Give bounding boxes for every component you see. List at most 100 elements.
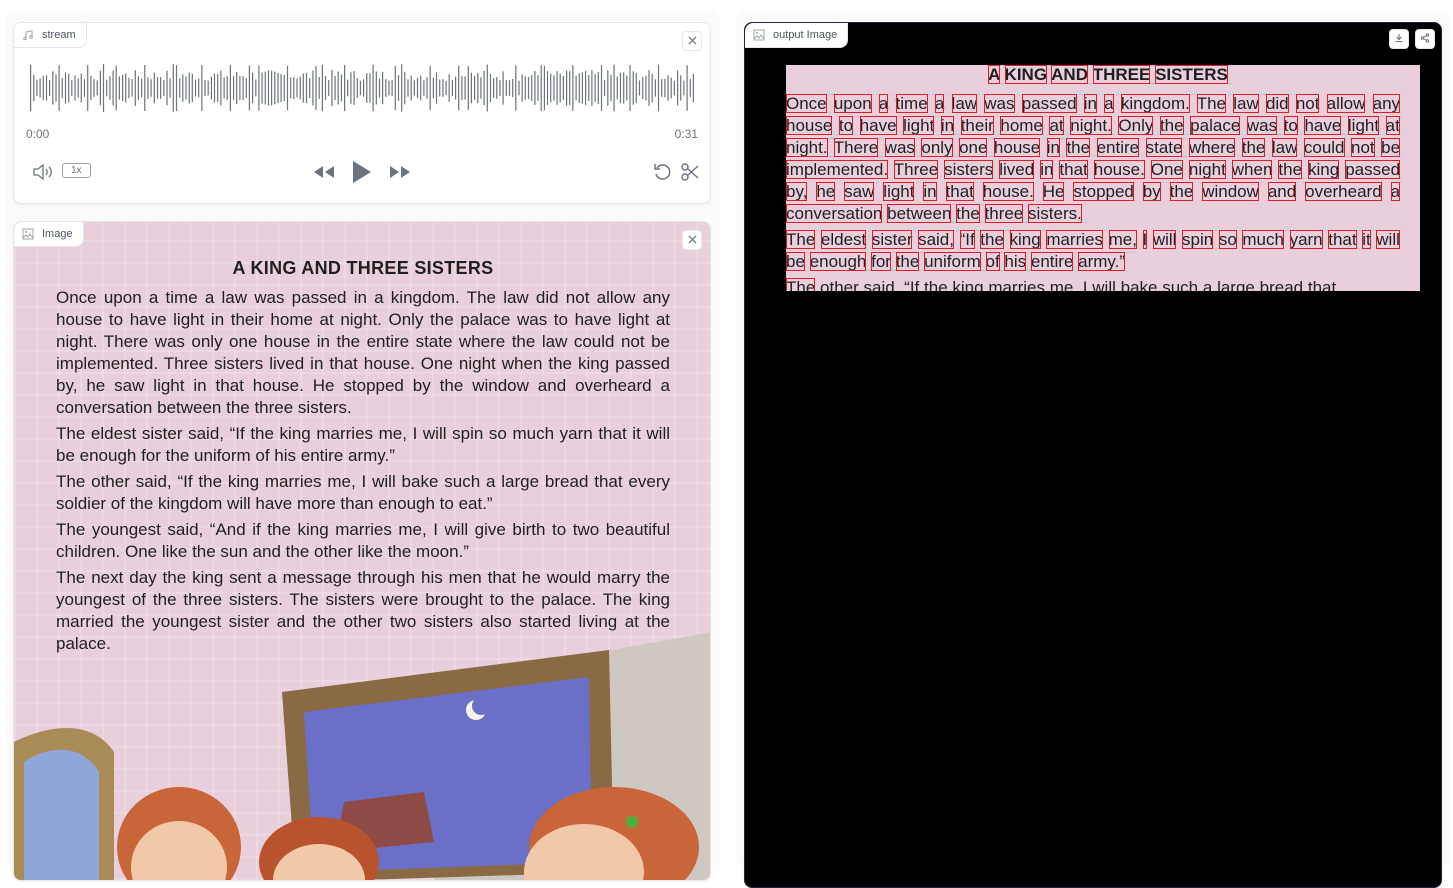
waveform-bar <box>223 77 225 99</box>
waveform-bar <box>68 73 70 103</box>
detected-word: his <box>1004 252 1027 271</box>
detected-word: overheard <box>1305 182 1382 201</box>
detected-word: that <box>1328 230 1357 249</box>
volume-icon[interactable] <box>32 163 54 186</box>
waveform-bar <box>340 74 342 102</box>
waveform-bar <box>619 72 622 104</box>
waveform-bar <box>692 73 694 103</box>
waveform-bar <box>613 64 615 112</box>
waveform-bar <box>480 77 482 99</box>
detected-paragraph: Once upon a time a law was passed in a k… <box>786 93 1401 225</box>
detected-word: king <box>1308 160 1340 179</box>
waveform-bar <box>115 65 117 111</box>
detected-word: allow <box>1326 94 1366 113</box>
detected-word: for <box>871 252 891 271</box>
audio-waveform[interactable] <box>28 63 698 113</box>
detected-word: that <box>1307 278 1337 291</box>
detected-word: sisters. <box>1028 204 1082 223</box>
waveform-bar <box>198 78 200 98</box>
detected-word: light <box>883 182 915 201</box>
waveform-bar <box>264 71 266 105</box>
waveform-bar <box>166 70 168 106</box>
waveform-bar <box>512 79 514 98</box>
story-title: A KING AND THREE SISTERS <box>232 258 494 278</box>
waveform-bar <box>109 76 111 100</box>
waveform-bar <box>277 72 279 104</box>
story-paragraph: The eldest sister said, “If the king mar… <box>56 424 670 465</box>
waveform-bar <box>153 72 155 104</box>
rewind-icon[interactable] <box>312 164 336 185</box>
waveform-bar <box>455 76 457 100</box>
waveform-bar <box>562 76 564 101</box>
detected-word: by <box>1142 182 1161 201</box>
clear-image-button[interactable] <box>682 230 702 250</box>
detected-word: “If <box>904 278 920 291</box>
detected-word: said, <box>918 230 954 249</box>
waveform-bar <box>363 79 365 97</box>
fast-forward-icon[interactable] <box>388 164 412 185</box>
detected-word: spin <box>1182 230 1214 249</box>
undo-icon[interactable] <box>652 162 672 187</box>
detected-word: to <box>838 116 854 135</box>
detected-word: so <box>1218 230 1237 249</box>
download-button[interactable] <box>1389 29 1409 49</box>
detected-word: kingdom. <box>1120 94 1190 113</box>
detected-word: a <box>878 94 889 113</box>
waveform-bar <box>521 74 523 102</box>
waveform-bar <box>87 64 89 112</box>
share-button[interactable] <box>1415 29 1435 49</box>
waveform-bar <box>185 76 187 100</box>
detected-word: house <box>993 138 1041 157</box>
waveform-bar <box>118 76 120 100</box>
waveform-bar <box>366 73 368 103</box>
waveform-bar <box>144 64 146 112</box>
play-icon[interactable] <box>350 159 372 190</box>
waveform-bar <box>182 74 184 102</box>
detected-word: upon <box>833 94 872 113</box>
waveform-bar <box>321 64 323 112</box>
waveform-bar <box>375 71 377 105</box>
waveform-bar <box>52 71 54 105</box>
detected-word: was <box>984 94 1015 113</box>
waveform-bar <box>394 66 396 111</box>
waveform-bar <box>302 73 304 103</box>
detected-word: of <box>985 252 1000 271</box>
waveform-bar <box>670 77 672 99</box>
playback-speed-button[interactable]: 1x <box>62 163 91 178</box>
detected-word: state <box>1145 138 1183 157</box>
story-paragraph: Once upon a time a law was passed in a k… <box>56 288 670 417</box>
waveform-bar <box>470 72 472 104</box>
clear-audio-button[interactable] <box>682 31 702 51</box>
scissors-icon[interactable] <box>680 162 700 187</box>
detected-word: lived <box>999 160 1035 179</box>
detected-word: the <box>1159 116 1184 135</box>
waveform-bar <box>607 70 609 106</box>
detected-word: the <box>1278 160 1303 179</box>
waveform-bar <box>226 76 228 100</box>
waveform-bar <box>629 65 631 111</box>
waveform-bar <box>49 80 51 96</box>
waveform-bar <box>432 77 434 99</box>
waveform-bar <box>667 75 669 101</box>
waveform-bar <box>600 65 603 111</box>
waveform-bar <box>515 65 517 111</box>
waveform-bar <box>435 72 438 104</box>
waveform-bar <box>623 72 625 104</box>
detected-word: implemented. <box>786 160 889 179</box>
audio-label: stream <box>14 23 87 48</box>
detected-word: One <box>1150 160 1183 179</box>
waveform-bar <box>416 77 419 99</box>
waveform-bar <box>220 70 222 106</box>
detected-word: eldest <box>820 230 867 249</box>
waveform-bar <box>604 80 606 96</box>
waveform-bar <box>626 75 628 101</box>
waveform-bar <box>280 74 282 103</box>
waveform-bar <box>347 79 349 97</box>
detected-word: only <box>921 138 953 157</box>
detected-word: one <box>959 138 988 157</box>
waveform-bar <box>80 73 82 103</box>
waveform-bar <box>464 76 466 100</box>
waveform-bar <box>64 72 67 104</box>
detected-word: king <box>1009 230 1041 249</box>
detected-word: other <box>820 278 859 291</box>
